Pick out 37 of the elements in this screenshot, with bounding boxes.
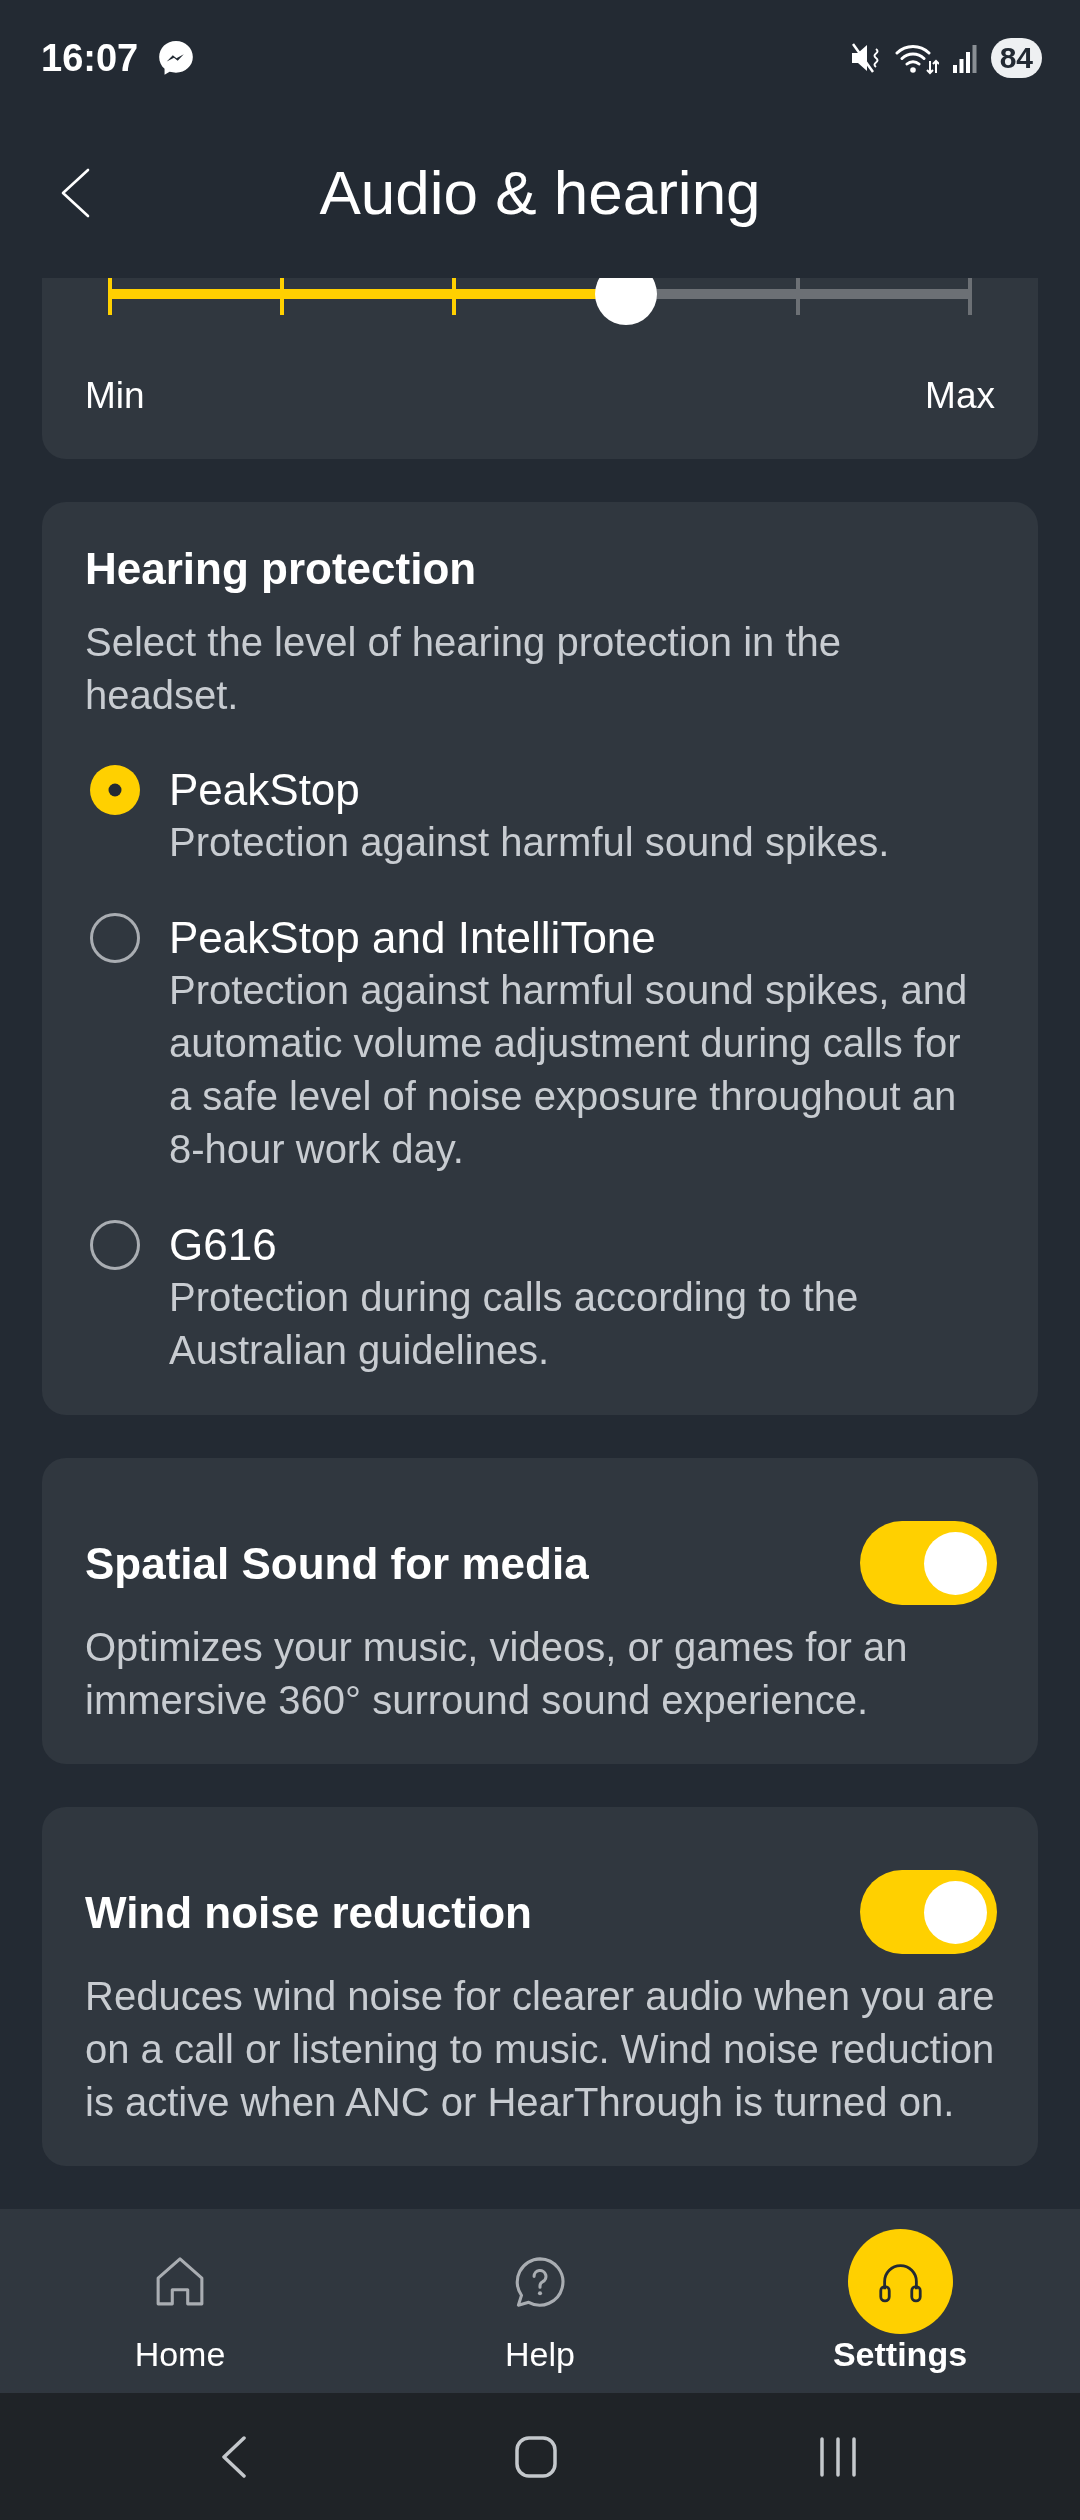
max-label: Max (925, 374, 995, 418)
battery-level: 84 (990, 38, 1042, 78)
clock-time: 16:07 (41, 36, 139, 80)
tick-mark (796, 278, 800, 315)
tick-mark (108, 278, 112, 315)
option-description: Protection against harmful sound spikes. (169, 819, 891, 866)
card-title: Spatial Sound for media (85, 1537, 589, 1590)
card-description: Select the level of hearing protection in the headset. (85, 619, 843, 719)
tick-mark (452, 278, 456, 315)
rounded-square-icon[interactable] (515, 2435, 557, 2478)
option-title: G616 (169, 1219, 278, 1271)
nav-tab[interactable]: Help (505, 2209, 575, 2393)
headphones-icon[interactable] (847, 2229, 953, 2334)
card-description: Reduces wind noise for clearer audio when you are on a call or listening to music. Wind noise reduction is active when ANC or HearThrough is turned on. (85, 1973, 996, 2126)
page-title: Audio & hearing (319, 157, 761, 229)
card-title: Hearing protection (85, 543, 478, 595)
option-description: Protection during calls according to the Australian guidelines. (169, 1274, 860, 1374)
muted-speaker-icon (850, 41, 881, 75)
slider-thumb[interactable] (595, 278, 657, 325)
radio-button[interactable] (90, 1220, 140, 1270)
option-title: PeakStop and IntelliTone (169, 912, 657, 964)
tick-mark (968, 278, 972, 315)
min-label: Min (85, 374, 145, 418)
chat-bubble-icon (159, 41, 194, 75)
help-icon[interactable] (513, 2254, 567, 2309)
vertical-lines-icon[interactable] (819, 2436, 857, 2477)
nav-tab[interactable]: Settings (832, 2209, 968, 2393)
nav-tab[interactable]: Home (134, 2209, 226, 2393)
option-description: Protection against harmful sound spikes, and automatic volume adjustment during calls for a safe level of noise exposure throughout an 8-hour work day. (169, 967, 969, 1173)
option-title: PeakStop (169, 764, 361, 816)
card-title: Wind noise reduction (85, 1886, 532, 1939)
chevron-left-icon[interactable] (221, 2435, 247, 2478)
card-description: Optimizes your music, videos, or games for an immersive 360° surround sound experience. (85, 1624, 909, 1724)
tick-mark (280, 278, 284, 315)
radio-button[interactable] (90, 913, 140, 963)
signal-bars-icon (952, 43, 977, 73)
radio-button[interactable] (90, 765, 140, 815)
